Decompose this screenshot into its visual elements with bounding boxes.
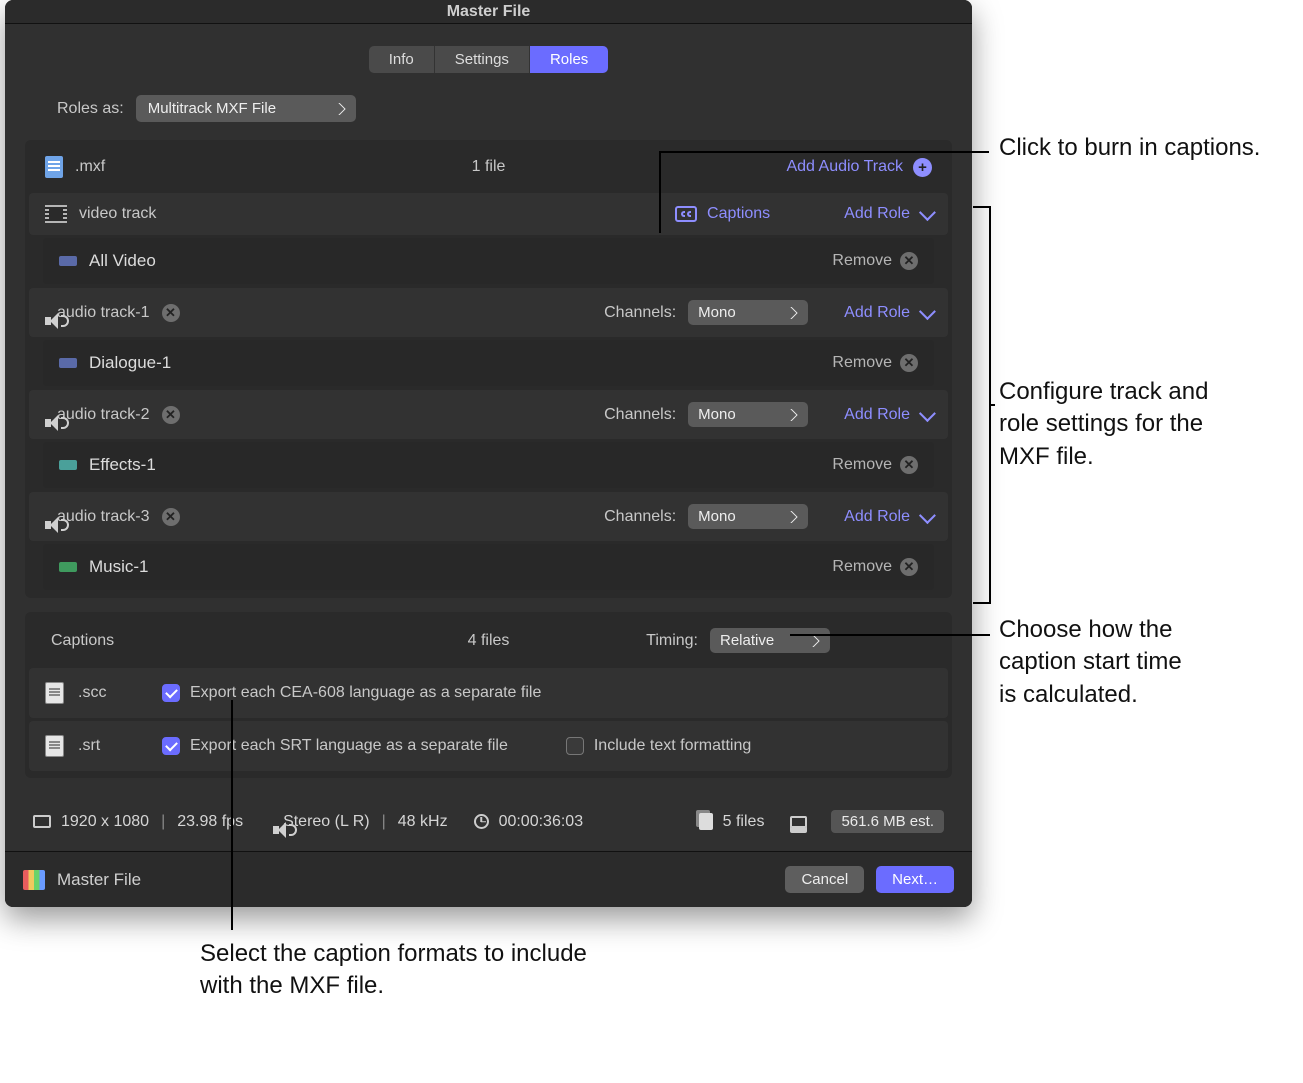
remove-role-button[interactable]: Remove ✕ bbox=[832, 456, 918, 474]
audio-add-role-button[interactable]: Add Role bbox=[844, 406, 932, 424]
add-audio-track-button[interactable]: Add Audio Track + bbox=[786, 158, 932, 177]
export-scc-checkbox[interactable] bbox=[162, 684, 180, 702]
channels-label: Channels: bbox=[604, 406, 676, 424]
status-resolution: 1920 x 1080 bbox=[61, 813, 149, 831]
remove-track-button[interactable]: ✕ bbox=[162, 508, 180, 526]
status-file-count: 5 files bbox=[723, 813, 765, 831]
video-add-role-button[interactable]: Add Role bbox=[844, 205, 932, 223]
app-icon bbox=[23, 870, 45, 890]
audio-track-label: audio track-2 bbox=[57, 406, 150, 424]
audio-role-name: Music-1 bbox=[89, 557, 149, 577]
audio-track-label: audio track-1 bbox=[57, 304, 150, 322]
footer-title: Master File bbox=[57, 870, 141, 890]
captions-title: Captions bbox=[51, 632, 114, 650]
tab-info[interactable]: Info bbox=[369, 46, 434, 73]
video-role-name: All Video bbox=[89, 251, 156, 271]
captions-button[interactable]: Captions bbox=[675, 205, 770, 223]
channels-select[interactable]: Mono bbox=[688, 402, 808, 427]
export-scc-label: Export each CEA-608 language as a separa… bbox=[190, 684, 541, 702]
chevron-down-icon bbox=[919, 303, 936, 320]
export-srt-checkbox[interactable] bbox=[162, 737, 180, 755]
channels-label: Channels: bbox=[604, 508, 676, 526]
file-ext: .mxf bbox=[75, 158, 105, 176]
tracks-panel: .mxf 1 file Add Audio Track + video trac… bbox=[25, 140, 952, 598]
file-count: 1 file bbox=[472, 158, 506, 176]
chevron-down-icon bbox=[919, 507, 936, 524]
clock-icon bbox=[474, 814, 489, 829]
channels-select[interactable]: Mono bbox=[688, 300, 808, 325]
tab-settings[interactable]: Settings bbox=[434, 46, 529, 73]
remove-track-button[interactable]: ✕ bbox=[162, 406, 180, 424]
window-title: Master File bbox=[5, 0, 972, 24]
audio-add-role-button[interactable]: Add Role bbox=[844, 508, 932, 526]
cancel-button[interactable]: Cancel bbox=[785, 866, 864, 893]
status-fps: 23.98 fps bbox=[177, 813, 243, 831]
channels-label: Channels: bbox=[604, 304, 676, 322]
status-rate: 48 kHz bbox=[398, 813, 448, 831]
status-timecode: 00:00:36:03 bbox=[499, 813, 584, 831]
remove-role-button[interactable]: Remove ✕ bbox=[832, 354, 918, 372]
remove-track-button[interactable]: ✕ bbox=[162, 304, 180, 322]
close-icon: ✕ bbox=[900, 558, 918, 576]
captions-panel: Captions 4 files Timing: Relative .scc E… bbox=[25, 612, 952, 778]
audio-track-label: audio track-3 bbox=[57, 508, 150, 526]
chevron-down-icon bbox=[919, 204, 936, 221]
role-color-swatch bbox=[59, 460, 77, 470]
roles-as-select[interactable]: Multitrack MXF File bbox=[136, 95, 356, 122]
timing-label: Timing: bbox=[646, 632, 698, 650]
status-size-badge: 561.6 MB est. bbox=[831, 810, 944, 833]
timing-select[interactable]: Relative bbox=[710, 628, 830, 653]
aspect-icon bbox=[33, 815, 51, 828]
files-icon bbox=[699, 813, 713, 830]
tab-group: Info Settings Roles bbox=[369, 46, 609, 73]
export-srt-label: Export each SRT language as a separate f… bbox=[190, 737, 508, 755]
channels-select[interactable]: Mono bbox=[688, 504, 808, 529]
annotation-formats: Select the caption formats to include wi… bbox=[200, 938, 600, 1003]
audio-role-name: Dialogue-1 bbox=[89, 353, 171, 373]
file-icon bbox=[45, 156, 63, 178]
caption-ext: .srt bbox=[78, 737, 148, 755]
footer: Master File Cancel Next… bbox=[5, 851, 972, 907]
annotation-configure: Configure track and role settings for th… bbox=[999, 376, 1219, 473]
captions-count: 4 files bbox=[468, 632, 510, 650]
remove-role-button[interactable]: Remove ✕ bbox=[832, 252, 918, 270]
monitor-icon bbox=[790, 816, 807, 828]
close-icon: ✕ bbox=[900, 354, 918, 372]
audio-add-role-button[interactable]: Add Role bbox=[844, 304, 932, 322]
roles-as-label: Roles as: bbox=[57, 100, 124, 118]
chevron-down-icon bbox=[919, 405, 936, 422]
tab-roles[interactable]: Roles bbox=[529, 46, 608, 73]
video-track-label: video track bbox=[79, 205, 156, 223]
status-bar: 1920 x 1080 | 23.98 fps Stereo (L R) | 4… bbox=[25, 792, 952, 851]
film-icon bbox=[45, 205, 67, 223]
close-icon: ✕ bbox=[900, 456, 918, 474]
role-color-swatch bbox=[59, 358, 77, 368]
caption-ext: .scc bbox=[78, 684, 148, 702]
audio-role-name: Effects-1 bbox=[89, 455, 156, 475]
plus-icon: + bbox=[913, 158, 932, 177]
remove-role-button[interactable]: Remove ✕ bbox=[832, 558, 918, 576]
export-window: Master File Info Settings Roles Roles as… bbox=[5, 0, 972, 907]
document-icon bbox=[45, 735, 64, 757]
role-color-swatch bbox=[59, 562, 77, 572]
next-button[interactable]: Next… bbox=[876, 866, 954, 893]
cc-icon bbox=[675, 206, 697, 222]
close-icon: ✕ bbox=[900, 252, 918, 270]
include-formatting-label: Include text formatting bbox=[594, 737, 751, 755]
annotation-timing: Choose how the caption start time is cal… bbox=[999, 614, 1199, 711]
document-icon bbox=[45, 682, 64, 704]
annotation-burn-in: Click to burn in captions. bbox=[999, 132, 1260, 164]
include-formatting-checkbox[interactable] bbox=[566, 737, 584, 755]
role-color-swatch bbox=[59, 256, 77, 266]
